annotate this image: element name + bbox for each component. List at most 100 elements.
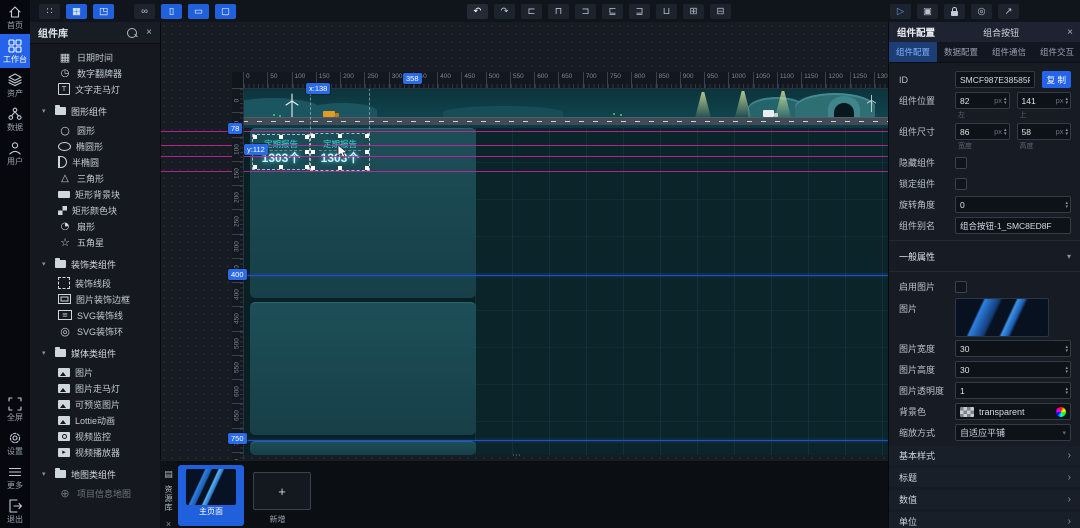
- library-item[interactable]: 三角形: [30, 170, 160, 186]
- library-item[interactable]: 半椭圆: [30, 154, 160, 170]
- components-toggle-button[interactable]: ∷: [39, 4, 60, 19]
- stepper-icon[interactable]: [1004, 128, 1007, 136]
- lock-button[interactable]: [944, 4, 965, 19]
- stepper-icon[interactable]: [1065, 97, 1068, 105]
- lock-component-checkbox[interactable]: [955, 178, 967, 190]
- snap-guide-button[interactable]: ◳: [93, 4, 114, 19]
- library-item[interactable]: 扇形: [30, 218, 160, 234]
- size-height-input[interactable]: [1022, 127, 1055, 137]
- horizontal-guide-magenta[interactable]: [160, 156, 888, 157]
- library-item[interactable]: 图片走马灯: [30, 380, 160, 396]
- component-id-input[interactable]: [955, 71, 1035, 88]
- position-x-field[interactable]: px: [955, 92, 1010, 109]
- page-artboard[interactable]: 定期报告 1303个 定期报告 1303个: [243, 88, 888, 455]
- resource-library-tab[interactable]: 资源库 ×: [160, 461, 177, 528]
- copy-button[interactable]: 复 制: [1042, 71, 1071, 88]
- library-item[interactable]: 装饰线段: [30, 275, 160, 291]
- sidebar-item-data[interactable]: 数据: [0, 102, 30, 136]
- stepper-icon[interactable]: [1065, 201, 1068, 209]
- align-middle-button[interactable]: ⊒: [629, 4, 650, 19]
- tablet-view-button[interactable]: ▢: [215, 4, 236, 19]
- sidebar-item-assets[interactable]: 资产: [0, 68, 30, 102]
- desktop-view-button[interactable]: ▭: [188, 4, 209, 19]
- close-icon[interactable]: ×: [146, 27, 152, 38]
- align-center-h-button[interactable]: ⊓: [548, 4, 569, 19]
- share-button[interactable]: ↗: [998, 4, 1019, 19]
- preview-button[interactable]: ▷: [890, 4, 911, 19]
- library-item[interactable]: 视频监控: [30, 428, 160, 444]
- stepper-icon[interactable]: [1004, 97, 1007, 105]
- align-bottom-button[interactable]: ⊔: [656, 4, 677, 19]
- inspector-tab[interactable]: 数据配置: [937, 42, 985, 62]
- close-icon[interactable]: ×: [1067, 27, 1073, 38]
- mobile-view-button[interactable]: ▯: [161, 4, 182, 19]
- library-item[interactable]: 椭圆形: [30, 138, 160, 154]
- style-section-row[interactable]: 数值: [889, 490, 1080, 509]
- image-height-field[interactable]: [955, 361, 1071, 378]
- library-item[interactable]: 媒体类组件: [30, 345, 160, 361]
- sidebar-item-workbench[interactable]: 工作台: [0, 34, 30, 68]
- image-width-field[interactable]: [955, 340, 1071, 357]
- inspector-tab[interactable]: 组件通信: [985, 42, 1033, 62]
- library-item[interactable]: 项目信息地图: [30, 485, 160, 501]
- link-button[interactable]: ∞: [134, 4, 155, 19]
- position-x-input[interactable]: [960, 96, 993, 106]
- size-width-input[interactable]: [960, 127, 993, 137]
- stepper-icon[interactable]: [1065, 128, 1068, 136]
- sidebar-item-more[interactable]: 更多: [0, 460, 30, 494]
- library-item[interactable]: 装饰类组件: [30, 256, 160, 272]
- align-right-button[interactable]: ⊐: [575, 4, 596, 19]
- sidebar-item-fullscreen[interactable]: 全屏: [0, 392, 30, 426]
- inspector-tab[interactable]: 组件交互: [1033, 42, 1080, 62]
- close-icon[interactable]: ×: [166, 519, 171, 528]
- library-item[interactable]: 文字走马灯: [30, 81, 160, 97]
- library-item[interactable]: 五角星: [30, 234, 160, 250]
- sidebar-item-settings[interactable]: 设置: [0, 426, 30, 460]
- page-thumbnail[interactable]: 主页面: [178, 465, 244, 526]
- undo-button[interactable]: ↶: [467, 4, 488, 19]
- rotation-input[interactable]: [960, 200, 1064, 210]
- redo-button[interactable]: ↷: [494, 4, 515, 19]
- rotation-field[interactable]: [955, 196, 1071, 213]
- color-picker-icon[interactable]: [1056, 407, 1066, 417]
- inspector-tab[interactable]: 组件配置: [889, 42, 937, 62]
- search-icon[interactable]: [127, 28, 137, 38]
- image-preview[interactable]: [955, 298, 1049, 337]
- library-item[interactable]: SVG装饰环: [30, 323, 160, 339]
- style-section-row[interactable]: 基本样式: [889, 446, 1080, 465]
- save-button[interactable]: ▣: [917, 4, 938, 19]
- distribute-h-button[interactable]: ⊞: [683, 4, 704, 19]
- transparent-swatch[interactable]: [960, 407, 974, 417]
- position-y-input[interactable]: [1022, 96, 1055, 106]
- horizontal-guide-magenta[interactable]: [160, 131, 888, 132]
- distribute-v-button[interactable]: ⊟: [710, 4, 731, 19]
- stepper-icon[interactable]: [1065, 345, 1068, 353]
- align-top-button[interactable]: ⊑: [602, 4, 623, 19]
- position-y-field[interactable]: px: [1017, 92, 1072, 109]
- library-item[interactable]: 数字翻牌器: [30, 65, 160, 81]
- size-height-field[interactable]: px: [1017, 123, 1072, 140]
- image-opacity-field[interactable]: [955, 382, 1071, 399]
- general-properties-section[interactable]: 一般属性: [899, 246, 1071, 266]
- library-item[interactable]: 矩形颜色块: [30, 202, 160, 218]
- library-item[interactable]: 圆形: [30, 122, 160, 138]
- library-item[interactable]: 图片装饰边框: [30, 291, 160, 307]
- horizontal-guide-blue[interactable]: [243, 440, 888, 441]
- sidebar-item-exit[interactable]: 退出: [0, 494, 30, 528]
- sidebar-item-users[interactable]: 用户: [0, 136, 30, 170]
- style-section-row[interactable]: 标题: [889, 468, 1080, 487]
- size-width-field[interactable]: px: [955, 123, 1010, 140]
- image-width-input[interactable]: [960, 344, 1064, 354]
- canvas-overflow-dots[interactable]: ⋯: [512, 450, 522, 460]
- library-item[interactable]: 图片: [30, 364, 160, 380]
- enable-image-checkbox[interactable]: [955, 281, 967, 293]
- horizontal-guide-blue[interactable]: [243, 275, 888, 276]
- library-item[interactable]: 图形组件: [30, 103, 160, 119]
- horizontal-guide-magenta[interactable]: [160, 145, 888, 146]
- align-left-button[interactable]: ⊏: [521, 4, 542, 19]
- horizontal-guide-magenta[interactable]: [160, 171, 888, 172]
- image-opacity-input[interactable]: [960, 386, 1064, 396]
- library-item[interactable]: SVG装饰线: [30, 307, 160, 323]
- library-item[interactable]: 日期时间: [30, 49, 160, 65]
- alias-input[interactable]: [955, 217, 1071, 234]
